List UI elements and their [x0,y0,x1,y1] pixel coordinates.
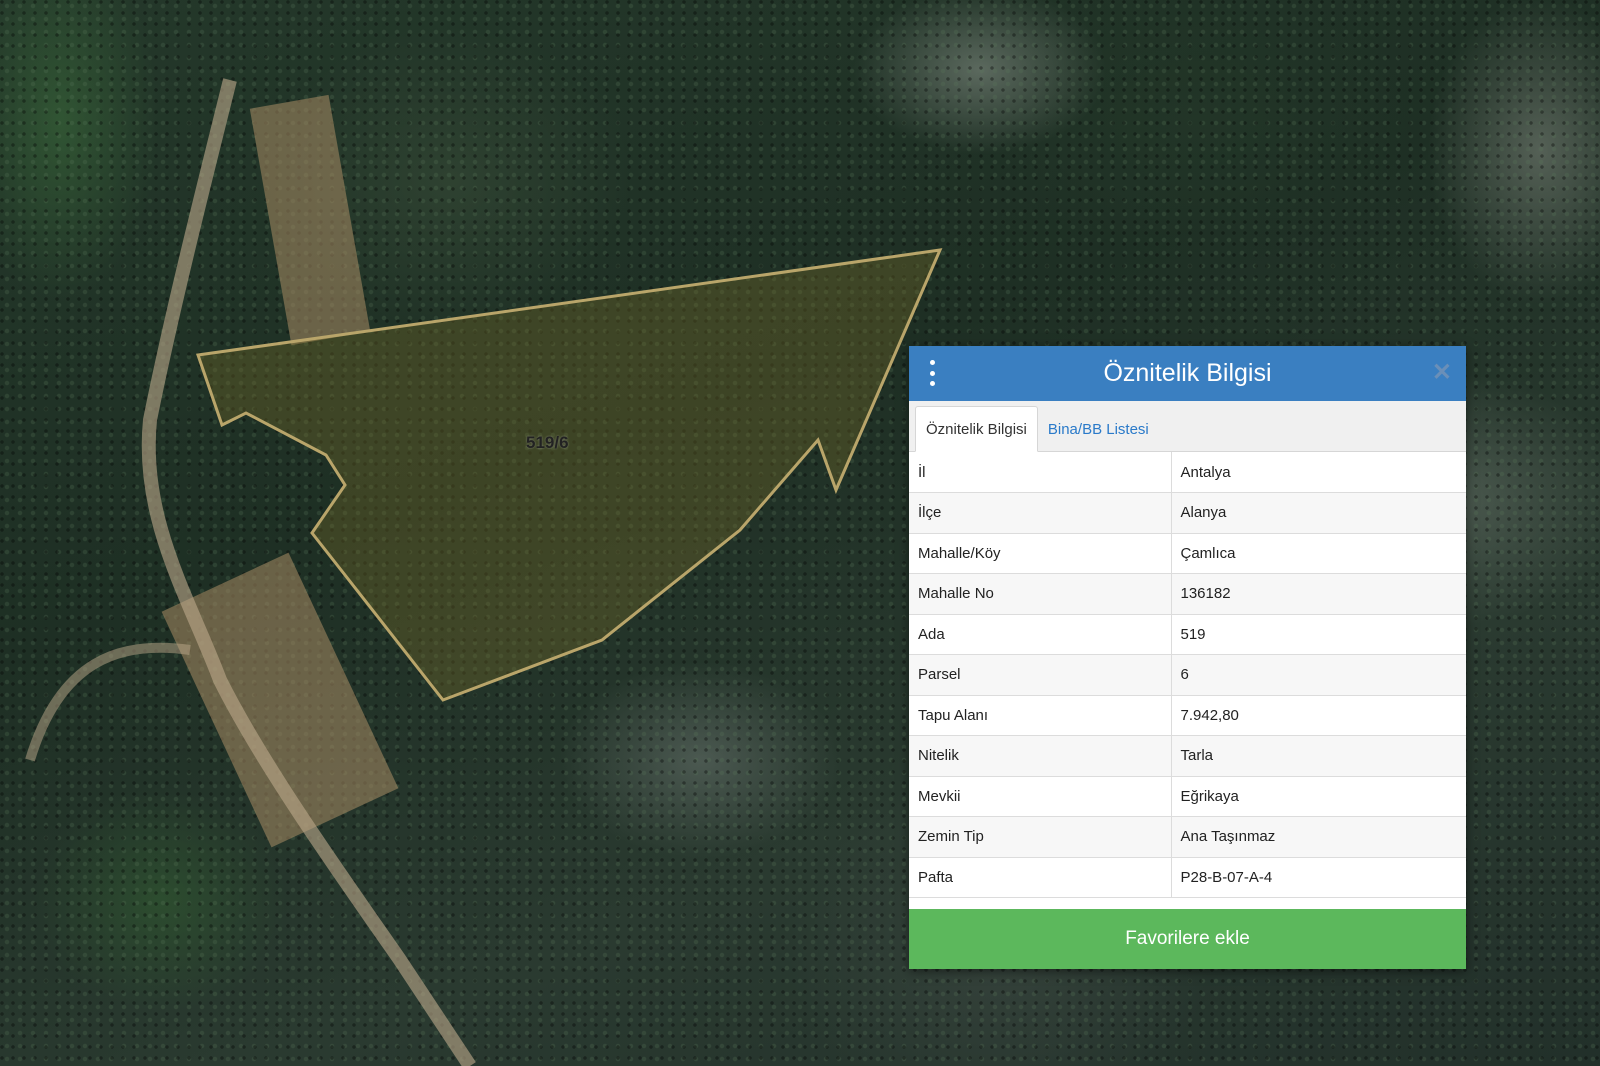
row-key: Tapu Alanı [909,695,1172,736]
row-key: Parsel [909,654,1172,696]
row-value: 6 [1171,654,1466,696]
row-key: Ada [909,614,1172,655]
row-key: Nitelik [909,735,1172,777]
table-row: Mevkii Eğrikaya [909,776,1466,817]
row-key: Mahalle/Köy [909,533,1172,574]
row-key: İl [909,452,1172,493]
row-key: Zemin Tip [909,816,1172,858]
table-row: İlçe Alanya [909,492,1466,534]
road-branch [25,642,191,762]
row-key: Pafta [909,857,1172,898]
add-to-favorites-button[interactable]: Favorilere ekle [909,909,1466,969]
parcel-polygon [195,248,943,702]
table-row: Tapu Alanı 7.942,80 [909,695,1466,736]
row-value: 136182 [1171,573,1466,615]
parcel-label: 519/6 [526,433,569,452]
table-row: Parsel 6 [909,654,1466,696]
row-value: Ana Taşınmaz [1171,816,1466,858]
row-key: Mahalle No [909,573,1172,615]
attribute-table: İl Antalya İlçe Alanya Mahalle/Köy Çamlıca … [909,452,1466,898]
row-value: 519 [1171,614,1466,655]
panel-header: Öznitelik Bilgisi ✕ [909,346,1466,401]
tab-bina-bb-listesi[interactable]: Bina/BB Listesi [1038,407,1159,451]
row-value: Alanya [1171,492,1466,534]
attribute-panel: Öznitelik Bilgisi ✕ Öznitelik Bilgisi Bi… [909,346,1466,969]
table-row: Ada 519 [909,614,1466,655]
row-key: İlçe [909,492,1172,534]
row-value: Tarla [1171,735,1466,777]
row-value: 7.942,80 [1171,695,1466,736]
table-row: Nitelik Tarla [909,735,1466,777]
table-row: Pafta P28-B-07-A-4 [909,857,1466,898]
table-row: Mahalle/Köy Çamlıca [909,533,1466,574]
table-row: Zemin Tip Ana Taşınmaz [909,816,1466,858]
row-value: Eğrikaya [1171,776,1466,817]
row-value: Çamlıca [1171,533,1466,574]
tab-oznitelik-bilgisi[interactable]: Öznitelik Bilgisi [915,406,1038,452]
close-icon[interactable]: ✕ [1432,358,1452,387]
panel-title: Öznitelik Bilgisi [1103,359,1272,387]
row-value: Antalya [1171,452,1466,493]
vertical-dots-icon[interactable] [927,360,937,386]
table-row: Mahalle No 136182 [909,573,1466,615]
table-row: İl Antalya [909,452,1466,493]
row-value: P28-B-07-A-4 [1171,857,1466,898]
row-key: Mevkii [909,776,1172,817]
panel-tabs: Öznitelik Bilgisi Bina/BB Listesi [909,401,1466,452]
